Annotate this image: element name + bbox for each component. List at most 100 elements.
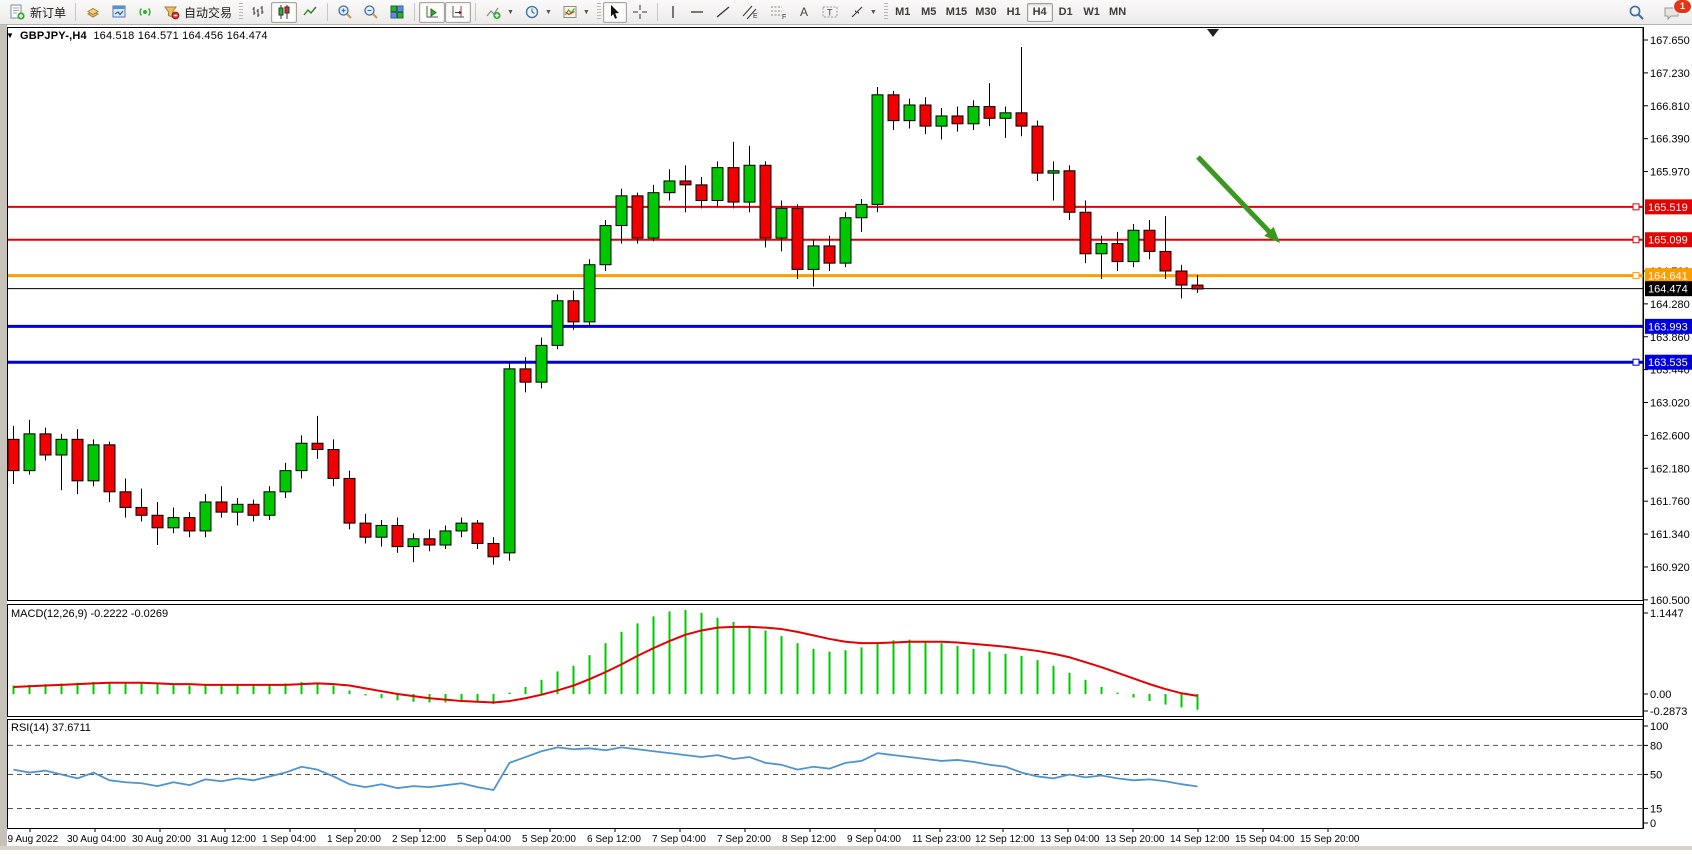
svg-text:E: E — [753, 13, 758, 20]
equidistant-channel-tool-button[interactable]: E — [736, 2, 764, 23]
candle-body — [440, 531, 451, 545]
macd-bar — [845, 650, 847, 694]
text-tool-button[interactable]: A — [792, 2, 816, 23]
tile-windows-button[interactable] — [384, 2, 410, 23]
svg-text:31 Aug 12:00: 31 Aug 12:00 — [197, 834, 256, 845]
market-watch-button[interactable] — [106, 2, 132, 23]
horizontal-line-tool-button[interactable] — [684, 2, 710, 23]
candle-body — [88, 445, 99, 481]
macd-bar — [589, 655, 591, 694]
zoom-out-button[interactable] — [358, 2, 384, 23]
timeframe-button-h4[interactable]: H4 — [1027, 3, 1053, 22]
svg-text:5 Sep 20:00: 5 Sep 20:00 — [522, 834, 576, 845]
channel-icon: E — [741, 4, 759, 20]
tile-windows-icon — [389, 4, 405, 20]
zoom-in-button[interactable] — [332, 2, 358, 23]
notifications-button[interactable]: 1 — [1658, 2, 1686, 23]
candlestick-chart-button[interactable] — [271, 2, 297, 23]
macd-bar — [381, 694, 383, 698]
macd-bar — [349, 690, 351, 694]
svg-text:166.390: 166.390 — [1650, 134, 1690, 146]
chart-title: GBPJPY-,H4 164.518 164.571 164.456 164.4… — [20, 30, 268, 42]
chart-canvas[interactable]: 167.650167.230166.810166.390165.970164.7… — [0, 25, 1692, 850]
chart-dropdown-icon[interactable]: ▼ — [6, 31, 14, 40]
bar-chart-button[interactable] — [245, 2, 271, 23]
candle-body — [1080, 212, 1091, 253]
new-order-button[interactable]: 新订单 — [4, 2, 71, 23]
macd-bar — [1101, 687, 1103, 694]
macd-bar — [669, 611, 671, 694]
svg-text:164.641: 164.641 — [1648, 271, 1688, 283]
crosshair-tool-button[interactable] — [627, 2, 653, 23]
arrows-tool-button[interactable]: ▼ — [844, 2, 882, 23]
candle-body — [24, 434, 35, 471]
clock-icon — [524, 4, 540, 20]
fibonacci-icon: F — [769, 4, 787, 20]
candle-body — [1096, 244, 1107, 254]
svg-text:11 Sep 23:00: 11 Sep 23:00 — [912, 834, 971, 845]
macd-bar — [1053, 666, 1055, 694]
periods-button[interactable]: ▼ — [519, 2, 557, 23]
text-label-tool-button[interactable]: T — [816, 2, 844, 23]
chart-profiles-button[interactable] — [80, 2, 106, 23]
svg-text:167.230: 167.230 — [1650, 68, 1690, 80]
timeframe-button-m15[interactable]: M15 — [942, 3, 971, 22]
macd-bar — [237, 685, 239, 694]
trendline-tool-button[interactable] — [710, 2, 736, 23]
candle-body — [248, 504, 259, 515]
candle-body — [696, 185, 707, 201]
timeframe-button-h1[interactable]: H1 — [1001, 3, 1027, 22]
window-left-edge — [0, 25, 7, 850]
candle-body — [1064, 171, 1075, 212]
signals-button[interactable] — [132, 2, 158, 23]
svg-text:2 Sep 12:00: 2 Sep 12:00 — [392, 834, 446, 845]
svg-text:A: A — [800, 5, 808, 19]
macd-bar — [573, 666, 575, 694]
line-chart-button[interactable] — [297, 2, 323, 23]
templates-button[interactable]: ▼ — [557, 2, 595, 23]
toolbar-right: 1 — [1623, 0, 1686, 25]
arrows-icon — [849, 4, 865, 20]
macd-bar — [173, 685, 175, 694]
cursor-tool-button[interactable] — [603, 2, 627, 23]
candle-body — [680, 181, 691, 185]
candle-body — [280, 471, 291, 492]
macd-bar — [941, 643, 943, 694]
cursor-icon — [608, 4, 622, 20]
macd-bar — [253, 686, 255, 694]
macd-bar — [157, 684, 159, 694]
svg-text:163.535: 163.535 — [1648, 357, 1688, 369]
time-axis[interactable]: 29 Aug 202230 Aug 04:0030 Aug 20:0031 Au… — [2, 829, 1360, 846]
chart-window[interactable]: 167.650167.230166.810166.390165.970164.7… — [0, 25, 1692, 850]
candle-body — [72, 439, 83, 480]
candle-body — [200, 502, 211, 531]
candle-body — [456, 523, 467, 531]
svg-text:30 Aug 04:00: 30 Aug 04:00 — [67, 834, 126, 845]
svg-text:-0.2873: -0.2873 — [1650, 706, 1687, 718]
auto-scroll-button[interactable] — [419, 2, 445, 23]
timeframe-button-m30[interactable]: M30 — [971, 3, 1000, 22]
svg-text:165.099: 165.099 — [1648, 235, 1688, 247]
search-button[interactable] — [1623, 2, 1650, 23]
svg-text:163.020: 163.020 — [1650, 398, 1690, 410]
fibonacci-tool-button[interactable]: F — [764, 2, 792, 23]
line-chart-icon — [302, 4, 318, 20]
timeframe-button-d1[interactable]: D1 — [1053, 3, 1079, 22]
rsi-indicator-label: RSI(14) 37.6711 — [11, 722, 91, 734]
macd-bar — [781, 636, 783, 694]
auto-trading-label: 自动交易 — [184, 4, 232, 21]
timeframe-button-m5[interactable]: M5 — [916, 3, 942, 22]
indicators-button[interactable]: ▼ — [480, 2, 519, 23]
timeframe-button-m1[interactable]: M1 — [890, 3, 916, 22]
timeframe-button-w1[interactable]: W1 — [1079, 3, 1105, 22]
macd-bar — [1117, 693, 1119, 694]
svg-text:161.760: 161.760 — [1650, 496, 1690, 508]
macd-bar — [797, 643, 799, 694]
vertical-line-tool-button[interactable] — [662, 2, 684, 23]
timeframe-button-mn[interactable]: MN — [1105, 3, 1131, 22]
candle-body — [1128, 230, 1139, 261]
separator — [239, 3, 243, 21]
auto-trading-button[interactable]: 自动交易 — [158, 2, 237, 23]
chart-shift-button[interactable] — [445, 2, 471, 23]
macd-indicator-label: MACD(12,26,9) -0.2222 -0.0269 — [11, 608, 168, 620]
